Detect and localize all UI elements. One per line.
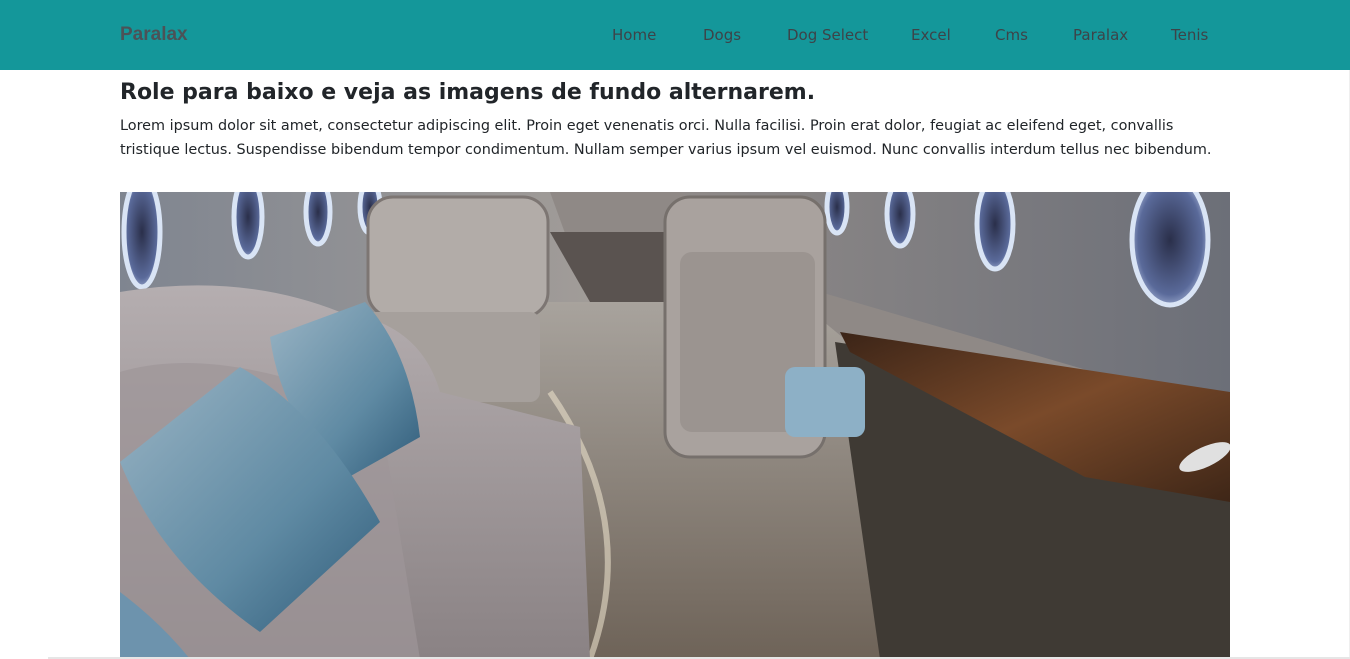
nav-link-home[interactable]: Home: [612, 26, 656, 44]
nav-link-dog-select[interactable]: Dog Select: [787, 26, 868, 44]
jet-cabin-image: [120, 192, 1230, 659]
nav-link-paralax[interactable]: Paralax: [1073, 26, 1128, 44]
navbar: Paralax Home Dogs Dog Select Excel Cms P…: [0, 0, 1350, 70]
nav-links: Home Dogs Dog Select Excel Cms Paralax T…: [0, 0, 1350, 70]
nav-link-tenis[interactable]: Tenis: [1171, 26, 1208, 44]
main-content: Role para baixo e veja as imagens de fun…: [120, 78, 1230, 162]
nav-link-dogs[interactable]: Dogs: [703, 26, 741, 44]
nav-link-cms[interactable]: Cms: [995, 26, 1028, 44]
intro-paragraph: Lorem ipsum dolor sit amet, consectetur …: [120, 118, 1212, 158]
nav-link-excel[interactable]: Excel: [911, 26, 951, 44]
page-heading: Role para baixo e veja as imagens de fun…: [120, 80, 816, 105]
